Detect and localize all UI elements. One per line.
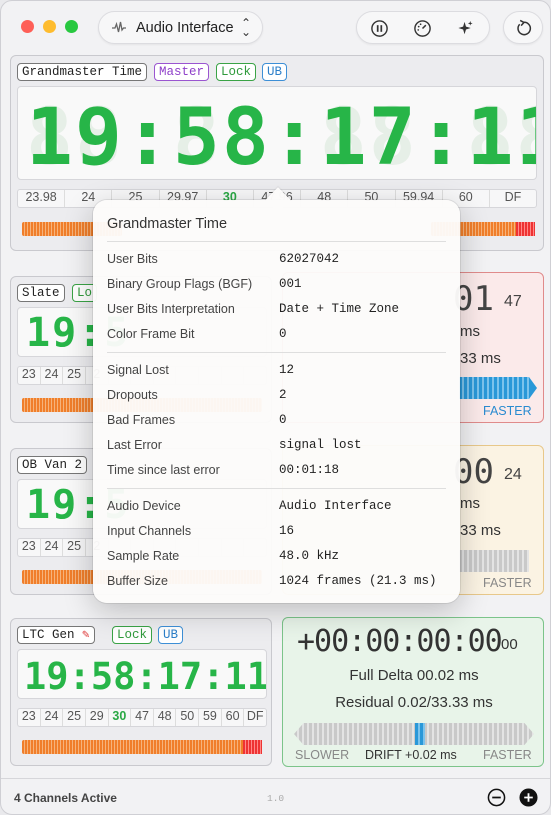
info-row-buffer-size: Buffer Size 1024 frames (21.3 ms) — [107, 574, 437, 588]
info-row-sample-rate: Sample Rate 48.0 kHz — [107, 549, 340, 563]
info-row-last-error: Last Error signal lost — [107, 438, 362, 452]
info-row-time-since-error: Time since last error 00:01:18 — [107, 463, 340, 477]
full-delta-line: Full Delta 00.02 ms — [349, 667, 479, 684]
channels-status: 4 Channels Active — [14, 791, 117, 805]
divider — [107, 488, 446, 489]
audio-device-selector[interactable]: Audio Interface ⌃ ⌄ — [98, 11, 263, 44]
titlebar: Audio Interface ⌃ ⌄ — [1, 1, 550, 53]
fps-option[interactable]: 23 — [18, 367, 41, 384]
level-meter-peak — [243, 740, 262, 754]
channel-panel-ltc-gen[interactable]: LTC Gen ✎ Lock UB 19:58:17:11 23 24 25 2… — [10, 618, 272, 766]
info-row-user-bits: User Bits 62027042 — [107, 252, 340, 266]
channel-info-popover: Grandmaster Time User Bits 62027042 Binar… — [93, 187, 460, 603]
waveform-icon — [112, 21, 126, 33]
fps-option[interactable]: 24 — [41, 709, 64, 726]
slower-label: SLOWER — [295, 748, 350, 762]
add-channel-button[interactable] — [519, 788, 538, 807]
full-delta-value: ms — [460, 495, 480, 512]
fps-option[interactable]: 48 — [154, 709, 177, 726]
info-row-bgf: Binary Group Flags (BGF) 001 — [107, 277, 302, 291]
fps-option[interactable]: 24 — [41, 367, 64, 384]
ub-tag: UB — [262, 63, 288, 81]
drift-bar — [294, 723, 534, 745]
fps-option[interactable]: 59 — [199, 709, 222, 726]
fps-option[interactable]: 25 — [63, 709, 86, 726]
pause-icon[interactable] — [370, 19, 389, 38]
chevron-up-down-icon: ⌃ ⌄ — [241, 16, 252, 39]
fps-option[interactable]: 23 — [18, 539, 41, 556]
audio-device-label: Audio Interface — [136, 20, 234, 36]
master-tag: Master — [154, 63, 210, 81]
full-delta-value: ms — [460, 323, 480, 340]
info-row-audio-device: Audio Device Audio Interface — [107, 499, 392, 513]
residual-value: 33 ms — [460, 350, 501, 367]
drift-label: DRIFT +0.02 ms — [365, 748, 457, 762]
lock-tag: Lock — [216, 63, 257, 81]
fps-option[interactable]: 25 — [63, 539, 86, 556]
faster-label: FASTER — [483, 748, 532, 762]
drift-indicator — [415, 723, 425, 745]
status-bar: 4 Channels Active 1.0 — [1, 778, 550, 814]
popover-title: Grandmaster Time — [107, 216, 228, 232]
offset-panel-ltc-gen[interactable]: +00:00:00:00 00 Full Delta 00.02 ms Resi… — [282, 617, 544, 767]
divider — [107, 352, 446, 353]
reload-icon — [517, 19, 532, 36]
version-label: 1.0 — [267, 793, 285, 804]
channel-title-tag: Grandmaster Time — [17, 63, 148, 81]
lock-tag: Lock — [112, 626, 153, 644]
fps-option[interactable]: 60 — [222, 709, 245, 726]
fps-option[interactable]: DF — [244, 709, 266, 726]
close-window-button[interactable] — [21, 20, 34, 33]
residual-value: 0.02/33.33 ms — [397, 694, 493, 711]
minimize-window-button[interactable] — [43, 20, 56, 33]
remove-channel-button[interactable] — [487, 788, 506, 807]
zoom-window-button[interactable] — [65, 20, 78, 33]
ub-tag: UB — [158, 626, 184, 644]
timecode-value: 19:58:17:11 — [24, 655, 267, 698]
fps-option[interactable]: 50 — [176, 709, 200, 726]
offset-subframes: 47 — [504, 293, 522, 310]
drift-bar — [459, 550, 529, 572]
faster-label: FASTER — [483, 576, 532, 590]
fps-option[interactable]: DF — [490, 190, 536, 207]
fps-option[interactable]: 23 — [18, 709, 41, 726]
fps-option[interactable]: 24 — [41, 539, 64, 556]
level-meter-peak — [516, 222, 535, 236]
fps-option[interactable]: 25 — [63, 367, 86, 384]
info-row-bad-frames: Bad Frames 0 — [107, 413, 287, 427]
offset-subframes: 00 — [501, 636, 518, 653]
timecode-display: 19:58:17:11 — [17, 649, 267, 699]
toolbar-tools-group — [356, 11, 490, 44]
timecode-display: 88:88:88:88 19:58:17:11 — [17, 86, 537, 180]
info-row-signal-lost: Signal Lost 12 — [107, 363, 295, 377]
speedometer-icon[interactable] — [413, 19, 432, 38]
reload-button[interactable] — [503, 11, 543, 44]
divider — [107, 241, 446, 242]
offset-timecode: +00:00:00:00 — [297, 624, 503, 659]
info-row-input-channels: Input Channels 16 — [107, 524, 295, 538]
full-delta-value: 00.02 ms — [416, 667, 479, 684]
level-meter — [22, 740, 262, 754]
faster-label: FASTER — [483, 404, 532, 418]
channel-title-tag: LTC Gen ✎ — [17, 626, 95, 644]
app-window: Audio Interface ⌃ ⌄ Grandmaster Time Mas… — [0, 0, 551, 815]
generator-icon: ✎ — [82, 628, 90, 642]
fps-option-active[interactable]: 30 — [109, 709, 132, 726]
info-row-dropouts: Dropouts 2 — [107, 388, 287, 402]
channel-title-tag: OB Van 2 — [17, 456, 88, 474]
info-row-color-frame-bit: Color Frame Bit 0 — [107, 327, 287, 341]
fps-option[interactable]: 29 — [86, 709, 109, 726]
offset-subframes: 24 — [504, 466, 522, 483]
drift-bar — [459, 377, 529, 399]
fps-selector[interactable]: 23 24 25 29 30 47 48 50 59 60 DF — [17, 708, 267, 727]
timecode-value: 19:58:17:11 — [26, 93, 537, 180]
residual-line: Residual 0.02/33.33 ms — [335, 694, 493, 711]
fps-option[interactable]: 23.98 — [18, 190, 66, 207]
residual-value: 33 ms — [460, 522, 501, 539]
channel-title-tag: Slate — [17, 284, 65, 302]
drift-arrow-icon — [529, 377, 537, 399]
fps-option[interactable]: 47 — [131, 709, 154, 726]
info-row-ub-interpretation: User Bits Interpretation Date + Time Zone — [107, 302, 400, 316]
sparkles-icon[interactable] — [456, 19, 475, 38]
